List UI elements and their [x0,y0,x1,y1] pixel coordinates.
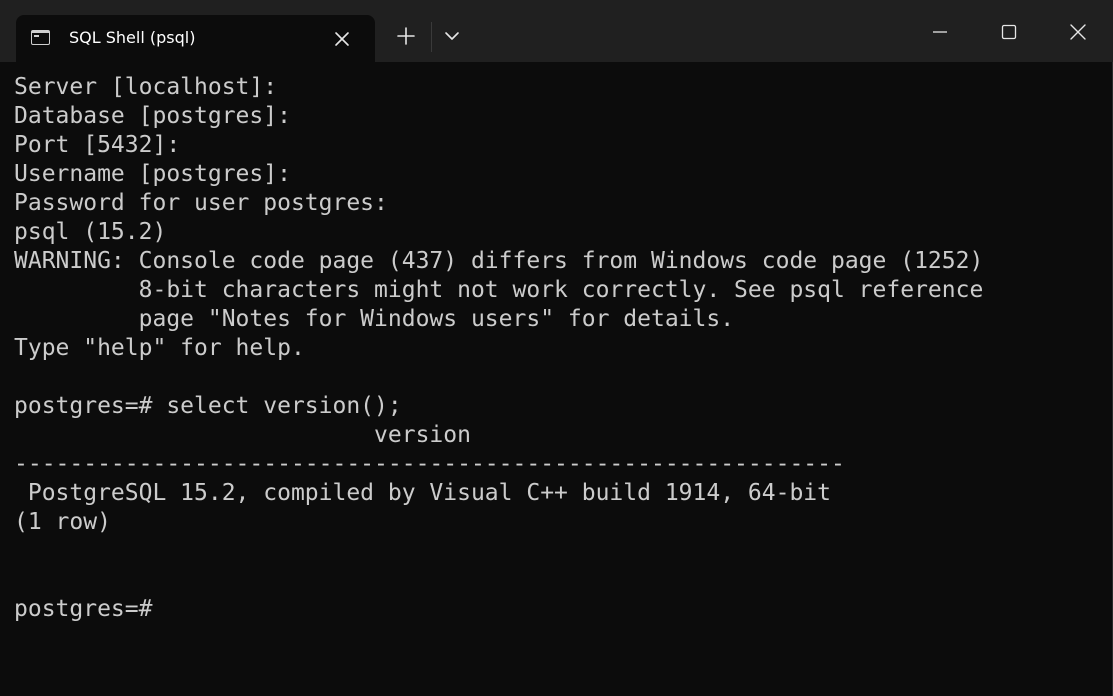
terminal-line: 8-bit characters might not work correctl… [14,277,984,303]
tab-sql-shell[interactable]: SQL Shell (psql) [16,15,375,62]
terminal-line: Password for user postgres: [14,190,388,216]
terminal-line: Port [5432]: [14,132,181,158]
title-bar[interactable]: SQL Shell (psql) [0,0,1113,62]
terminal-line: ​ [14,363,1104,392]
terminal-line: psql (15.2) [14,219,167,245]
chevron-down-icon[interactable] [442,26,462,46]
terminal-line: postgres=# select version(); [14,393,402,419]
terminal-line: Server [localhost]: [14,74,278,100]
terminal-window: SQL Shell (psql) Server [localhost]: Data… [0,0,1113,696]
terminal-line: version [14,422,471,448]
tab-title: SQL Shell (psql) [69,28,196,47]
terminal-line: ----------------------------------------… [14,451,845,477]
terminal-line: Type "help" for help. [14,335,305,361]
close-icon[interactable] [1063,17,1093,47]
terminal-line: (1 row) [14,509,111,535]
terminal-line: ​ [14,566,1104,595]
plus-icon[interactable] [394,24,418,48]
terminal-line: postgres=# [14,596,153,622]
terminal-icon [31,30,50,45]
tab-divider [431,22,432,52]
terminal-line: WARNING: Console code page (437) differs… [14,248,984,274]
terminal-line: Database [postgres]: [14,103,291,129]
maximize-icon[interactable] [994,17,1024,47]
terminal-line: page "Notes for Windows users" for detai… [14,306,735,332]
terminal-line: PostgreSQL 15.2, compiled by Visual C++ … [14,480,831,506]
close-icon[interactable] [332,29,352,49]
terminal-line: Username [postgres]: [14,161,291,187]
minimize-icon[interactable] [925,17,955,47]
terminal-output[interactable]: Server [localhost]: Database [postgres]: P… [14,73,1104,683]
terminal-line: ​ [14,537,1104,566]
